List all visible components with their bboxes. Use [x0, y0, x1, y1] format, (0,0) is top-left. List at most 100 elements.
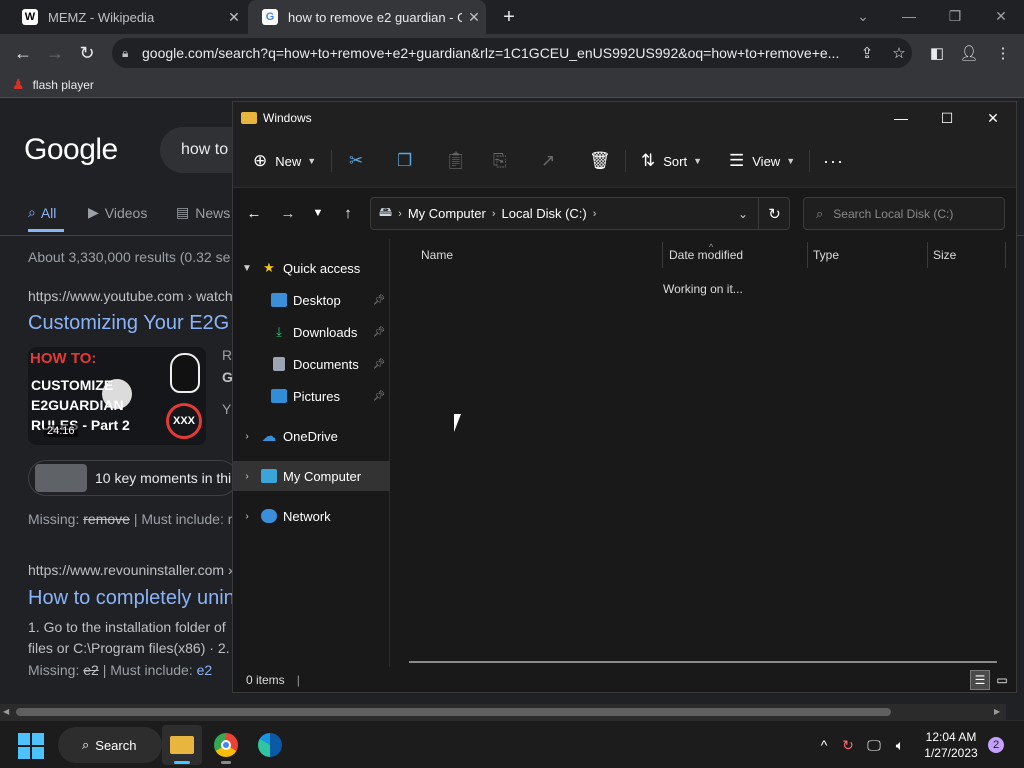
column-separator[interactable]: [1005, 242, 1006, 268]
sidebar-item-network[interactable]: › Network: [233, 501, 390, 531]
horizontal-scrollbar[interactable]: [409, 661, 997, 663]
taskbar-chrome[interactable]: [206, 725, 246, 765]
scroll-right-icon[interactable]: ▶: [994, 707, 1000, 716]
system-clock[interactable]: 12:04 AM 1/27/2023: [916, 729, 986, 761]
reload-button[interactable]: ↻: [72, 34, 102, 72]
close-tab-icon[interactable]: ✕: [222, 9, 246, 26]
sidebar-item-desktop[interactable]: Desktop 📌︎: [233, 285, 390, 315]
share-button[interactable]: ⇪: [852, 38, 882, 68]
back-button[interactable]: ←: [8, 34, 38, 72]
cut-button[interactable]: ✂: [349, 134, 371, 188]
play-icon[interactable]: [102, 379, 132, 409]
sidebar-item-my-computer[interactable]: › My Computer: [233, 461, 390, 491]
column-header-type[interactable]: Type: [807, 240, 923, 270]
key-moments-chip[interactable]: 10 key moments in thi: [28, 460, 238, 496]
bookmark-star-button[interactable]: ☆: [884, 38, 914, 68]
chevron-down-icon[interactable]: ▼: [233, 263, 261, 274]
page-horizontal-scrollbar[interactable]: ◀ ▶: [0, 704, 1006, 720]
result-title-link[interactable]: How to completely unin: [28, 587, 235, 610]
browser-restore-button[interactable]: ❐: [932, 0, 978, 32]
share-button[interactable]: ↗: [541, 134, 563, 188]
sidebar-item-pictures[interactable]: Pictures 📌︎: [233, 381, 390, 411]
up-button[interactable]: ↑: [331, 188, 365, 238]
tab-wikipedia[interactable]: W MEMZ - Wikipedia ✕: [8, 0, 246, 34]
google-logo[interactable]: Google: [24, 133, 118, 167]
sidebar-item-onedrive[interactable]: › ☁ OneDrive: [233, 421, 390, 451]
google-tab-videos[interactable]: ▶ Videos: [88, 204, 147, 221]
result-snippet: files or C:\Program files(x86) · 2.: [28, 640, 230, 656]
view-button[interactable]: ☰ View ▼: [729, 134, 795, 188]
taskbar-file-explorer[interactable]: [162, 725, 202, 765]
tab-google-search[interactable]: G how to remove e2 guardian - Go ✕: [248, 0, 486, 34]
tab-search-button[interactable]: ⌄: [840, 0, 886, 32]
search-query-text: how to: [181, 141, 229, 158]
must-include-term[interactable]: e2: [197, 662, 213, 678]
sidebar-item-documents[interactable]: Documents 📌︎: [233, 349, 390, 379]
details-view-button[interactable]: ☰: [970, 670, 990, 690]
pin-icon[interactable]: 📌︎: [368, 295, 390, 306]
column-header-date-modified[interactable]: Date modified: [663, 240, 803, 270]
explorer-address-bar[interactable]: 🖴 › My Computer › Local Disk (C:) ›: [370, 197, 790, 230]
missing-label: Missing:: [28, 511, 80, 527]
bookmark-flash-player[interactable]: flash player: [33, 78, 94, 92]
refresh-button[interactable]: ↻: [758, 197, 790, 230]
explorer-search-input[interactable]: ⌕ Search Local Disk (C:): [803, 197, 1005, 230]
taskbar-edge[interactable]: [250, 725, 290, 765]
video-thumbnail[interactable]: HOW TO: CUSTOMIZE E2GUARDIAN RULES - Par…: [28, 347, 206, 445]
close-tab-icon[interactable]: ✕: [462, 9, 486, 26]
result-cite[interactable]: https://www.youtube.com › watch: [28, 288, 233, 304]
sidebar-item-quick-access[interactable]: ▼ ★ Quick access: [233, 253, 390, 283]
google-tab-all[interactable]: ⌕ All: [28, 204, 56, 221]
recent-locations-button[interactable]: ▼: [301, 188, 335, 238]
paste-button[interactable]: 📋︎: [445, 134, 475, 188]
profile-button[interactable]: 👤︎: [954, 38, 984, 68]
forward-button[interactable]: →: [40, 34, 70, 72]
sort-button[interactable]: ⇅ Sort ▼: [641, 134, 702, 188]
browser-menu-button[interactable]: ⋮: [988, 38, 1018, 68]
column-header-name[interactable]: Name: [415, 240, 655, 270]
minimize-button[interactable]: —: [878, 102, 924, 134]
breadcrumb-my-computer[interactable]: My Computer: [408, 206, 486, 221]
start-button[interactable]: [18, 733, 44, 759]
network-status-icon[interactable]: 🖵︎: [862, 731, 886, 759]
pin-icon[interactable]: 📌︎: [368, 327, 390, 338]
must-include-label[interactable]: | Must include: r: [134, 511, 233, 527]
explorer-navigation-bar: ← → ▼ ↑ 🖴 › My Computer › Local Disk (C:…: [233, 188, 1016, 238]
google-tab-news[interactable]: ▤ News: [176, 204, 230, 221]
address-bar[interactable]: 🔒︎ google.com/search?q=how+to+remove+e2+…: [112, 38, 912, 68]
side-panel-button[interactable]: ◧: [922, 38, 952, 68]
chevron-right-icon[interactable]: ›: [233, 471, 261, 482]
video-meta-letter: R: [222, 347, 233, 363]
chevron-right-icon[interactable]: ›: [233, 431, 261, 442]
back-button[interactable]: ←: [237, 188, 271, 238]
close-button[interactable]: ✕: [970, 102, 1016, 134]
browser-minimize-button[interactable]: —: [886, 0, 932, 32]
scrollbar-thumb[interactable]: [16, 708, 891, 716]
result-title-link[interactable]: Customizing Your E2G: [28, 312, 229, 335]
rename-button[interactable]: ⎘: [493, 134, 515, 188]
show-hidden-icons-button[interactable]: ^: [812, 731, 836, 759]
result-cite[interactable]: https://www.revouninstaller.com ›: [28, 562, 233, 578]
new-tab-button[interactable]: +: [496, 4, 522, 30]
chevron-right-icon[interactable]: ›: [233, 511, 261, 522]
sync-status-icon[interactable]: ↻: [836, 731, 860, 759]
desktop-icon: [271, 293, 287, 307]
sidebar-item-downloads[interactable]: ⤓ Downloads 📌︎: [233, 317, 390, 347]
delete-button[interactable]: 🗑︎: [589, 134, 619, 188]
breadcrumb-local-disk[interactable]: Local Disk (C:): [502, 206, 587, 221]
volume-icon[interactable]: 🔈︎: [888, 731, 912, 759]
browser-close-button[interactable]: ✕: [978, 0, 1024, 32]
address-dropdown-button[interactable]: ⌄: [728, 197, 758, 230]
pin-icon[interactable]: 📌︎: [368, 359, 390, 370]
notification-badge[interactable]: 2: [988, 737, 1004, 753]
scroll-left-icon[interactable]: ◀: [3, 707, 9, 716]
pin-icon[interactable]: 📌︎: [368, 391, 390, 402]
taskbar-search-button[interactable]: ⌕ Search: [58, 727, 162, 763]
copy-button[interactable]: ❐: [397, 134, 420, 188]
large-icons-view-button[interactable]: ▭: [992, 670, 1012, 690]
forward-button[interactable]: →: [271, 188, 305, 238]
column-header-size[interactable]: Size: [927, 240, 1001, 270]
maximize-button[interactable]: ☐: [924, 102, 970, 134]
new-button[interactable]: ⊕ New ▼: [253, 134, 316, 188]
more-options-button[interactable]: ···: [823, 134, 844, 188]
